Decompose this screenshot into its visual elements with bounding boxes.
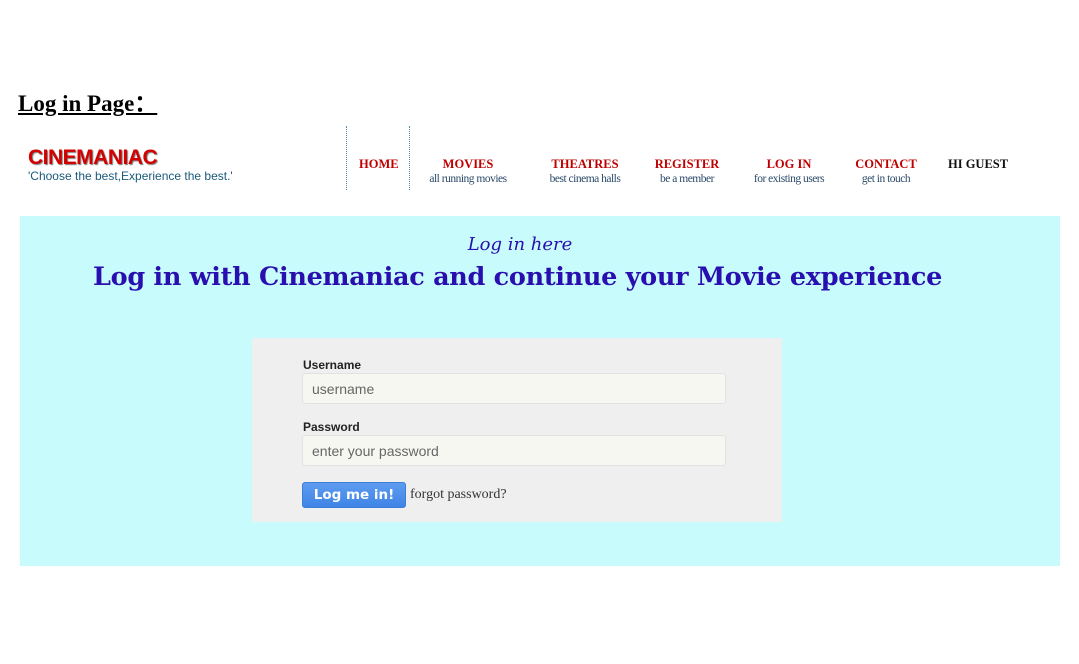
brand-tagline: 'Choose the best,Experience the best.' [28,169,233,183]
nav-item-contact[interactable]: CONTACT get in touch [853,157,919,186]
nav-item-sublabel: for existing users [753,173,825,185]
username-input[interactable] [302,373,726,404]
nav-item-sublabel: get in touch [861,173,911,185]
nav-item-movies[interactable]: MOVIES all running movies [418,157,518,186]
nav-item-label: REGISTER [654,157,720,171]
forgot-password-link[interactable]: forgot password? [410,487,507,503]
password-label: Password [303,420,360,434]
nav-item-theatres[interactable]: THEATRES best cinema halls [538,157,632,186]
login-button[interactable]: Log me in! [302,482,406,508]
login-form: Username Password Log me in! forgot pass… [252,338,782,522]
nav-item-sublabel: best cinema halls [549,173,621,185]
nav-item-home[interactable]: HOME [359,157,399,172]
nav-item-label: THEATRES [551,157,619,171]
brand-logo-text: CINEMANIAC [28,146,158,169]
nav-item-label: CONTACT [855,157,917,171]
nav-divider [346,126,347,190]
user-greeting: HI GUEST [948,157,1009,171]
login-title: Log in with Cinemaniac and continue your… [92,262,943,292]
page-heading: Log in Page： [18,91,158,116]
username-label: Username [303,358,362,372]
nav-item-label: MOVIES [442,157,494,171]
password-input[interactable] [302,435,726,466]
login-panel: Log in here Log in with Cinemaniac and c… [20,216,1060,566]
nav-item-log-in[interactable]: LOG IN for existing users [743,157,835,186]
login-subtitle: Log in here [467,234,573,255]
nav-item-sublabel: all running movies [429,173,507,185]
nav-item-register[interactable]: REGISTER be a member [650,157,724,186]
nav-item-label: HOME [359,157,399,171]
nav-item-label: LOG IN [766,157,812,171]
nav-item-sublabel: be a member [660,173,714,185]
brand[interactable]: CINEMANIAC 'Choose the best,Experience t… [28,146,233,183]
nav-divider [409,126,410,190]
